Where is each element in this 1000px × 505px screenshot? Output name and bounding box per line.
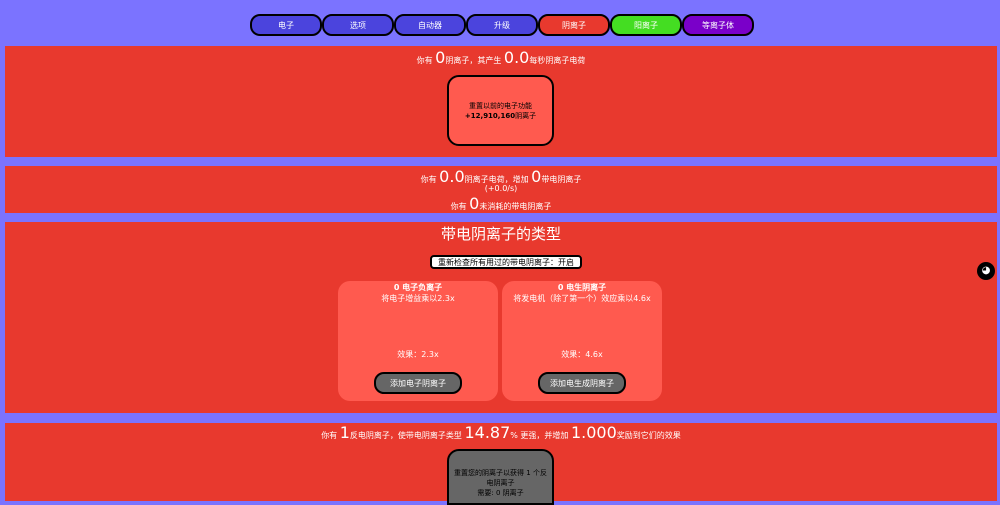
add-generator-anion-button[interactable]: 添加电生成阴离子 — [538, 372, 626, 394]
card-description: 将电子增益乘以2.3x — [381, 294, 455, 303]
card-effect: 效果：2.3x — [397, 350, 439, 359]
add-electron-anion-button[interactable]: 添加电子阴离子 — [374, 372, 462, 394]
charged-anion-types-panel: 带电阴离子的类型 重新检查所有用过的带电阴离子：开启 0 电子负离子 将电子增益… — [5, 222, 997, 413]
anion-reset-button[interactable]: 重置以前的电子功能 +12,910,160阴离子 — [447, 75, 554, 146]
anion-panel: 你有 0阴离子，其产生 0.0每秒阴离子电荷 重置以前的电子功能 +12,910… — [5, 46, 997, 157]
anti-anion-panel: 你有 1反电阴离子，使带电阴离子类型 14.87% 更强，并增加 1.000奖励… — [5, 423, 997, 505]
anion-summary: 你有 0阴离子，其产生 0.0每秒阴离子电荷 — [416, 48, 586, 67]
recheck-toggle[interactable]: 重新检查所有用过的带电阴离子：开启 — [430, 255, 582, 269]
section-title: 带电阴离子的类型 — [440, 225, 561, 243]
card-name: 0 电生阴离子 — [557, 283, 607, 292]
tab-anions[interactable]: 阴离子 — [538, 14, 610, 36]
charge-panel: 你有 0.0阴离子电荷，增加 0带电阴离子 (+0.0/s) 你有 0未消耗的带… — [5, 166, 997, 213]
tab-plasma[interactable]: 等离子体 — [682, 14, 754, 36]
card-name: 0 电子负离子 — [393, 283, 443, 292]
card-effect: 效果：4.6x — [561, 350, 603, 359]
tab-automators[interactable]: 自动器 — [394, 14, 466, 36]
charge-rate: (+0.0/s) — [484, 184, 518, 193]
tab-cations[interactable]: 阳离子 — [610, 14, 682, 36]
electron-anion-card: 0 电子负离子 将电子增益乘以2.3x 效果：2.3x 添加电子阴离子 — [338, 281, 498, 401]
side-helper-icon[interactable]: ◕ — [977, 262, 995, 280]
card-description: 将发电机（除了第一个）效应乘以4.6x — [513, 294, 651, 303]
tab-options[interactable]: 选项 — [322, 14, 394, 36]
tab-bar: 电子 选项 自动器 升级 阴离子 阳离子 等离子体 — [250, 14, 754, 36]
tab-upgrades[interactable]: 升级 — [466, 14, 538, 36]
generator-anion-card: 0 电生阴离子 将发电机（除了第一个）效应乘以4.6x 效果：4.6x 添加电生… — [502, 281, 662, 401]
anti-anion-summary: 你有 1反电阴离子，使带电阴离子类型 14.87% 更强，并增加 1.000奖励… — [321, 423, 681, 442]
tab-electrons[interactable]: 电子 — [250, 14, 322, 36]
anti-anion-reset-button[interactable]: 重置您的阴离子以获得 1 个反 电阴离子 需要: 0 阴离子 — [447, 449, 554, 505]
unspent-summary: 你有 0未消耗的带电阴离子 — [450, 194, 552, 213]
